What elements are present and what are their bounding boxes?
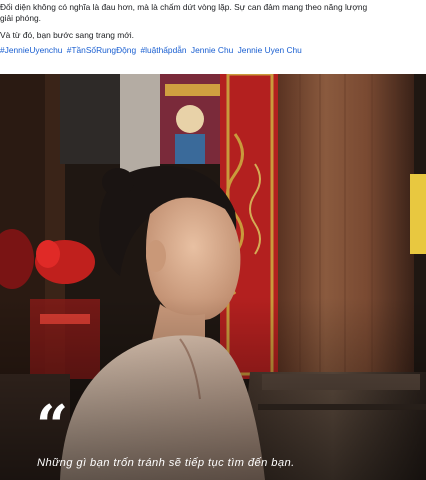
tag-link[interactable]: Jennie Chu: [191, 45, 233, 55]
caption-line-1: Đối diện không có nghĩa là đau hơn, mà l…: [0, 2, 368, 12]
quote-mark-icon: “: [36, 393, 68, 459]
hashtag-row: #JennieUyenchu #TầnSốRungĐộng #luậthấpdẫ…: [0, 41, 426, 56]
quote-text: Những gì bạn trốn tránh sẽ tiếp tục tìm …: [37, 457, 295, 469]
hashtag-link[interactable]: #TầnSốRungĐộng: [67, 45, 136, 55]
facebook-post: Đối diện không có nghĩa là đau hơn, mà l…: [0, 0, 426, 480]
caption-line-2: giải phóng.: [0, 13, 41, 23]
tag-link[interactable]: Jennie Uyen Chu: [238, 45, 302, 55]
post-photo[interactable]: “ Những gì bạn trốn tránh sẽ tiếp tục tì…: [0, 74, 426, 480]
hashtag-link[interactable]: #JennieUyenchu: [0, 45, 62, 55]
post-caption: Đối diện không có nghĩa là đau hơn, mà l…: [0, 0, 426, 72]
hashtag-link[interactable]: #luậthấpdẫn: [140, 45, 186, 55]
caption-line-3: Và từ đó, bạn bước sang trang mới.: [0, 30, 134, 40]
